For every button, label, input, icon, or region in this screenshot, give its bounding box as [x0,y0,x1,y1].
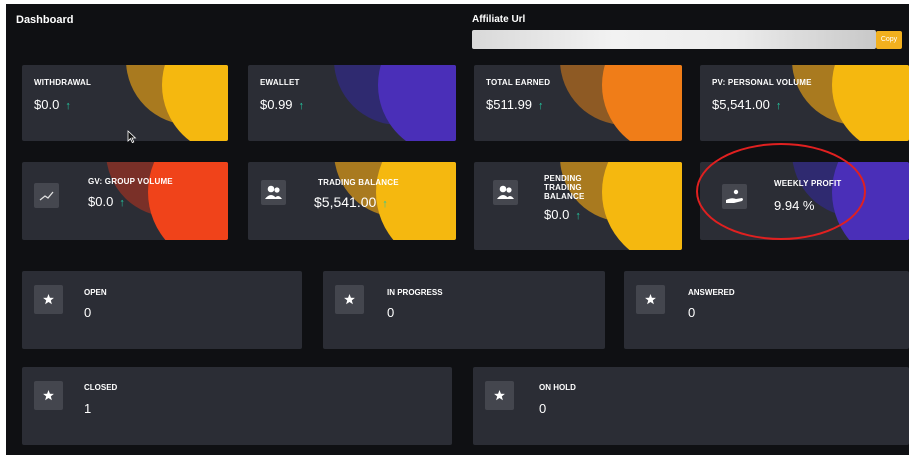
ticket-label: CLOSED [84,383,118,392]
stat-card-ewallet[interactable]: EWALLET $0.99 ↑ [248,65,456,141]
stat-value: $0.0 ↑ [544,207,581,222]
stat-label: TRADING BALANCE [318,178,399,187]
arrow-up-icon: ↑ [382,198,388,210]
ticket-card-answered[interactable]: ANSWERED 0 [624,271,909,349]
stat-card-total-earned[interactable]: TOTAL EARNED $511.99 ↑ [474,65,682,141]
stat-value: $511.99 ↑ [486,97,544,112]
highlight-ellipse [696,143,866,240]
ticket-label: OPEN [84,288,107,297]
arrow-up-icon: ↑ [538,100,544,112]
card-decoration [378,65,456,141]
star-icon [485,381,514,410]
stat-label: TOTAL EARNED [486,78,551,87]
ticket-label: ANSWERED [688,288,735,297]
stat-label: PV: PERSONAL VOLUME [712,78,812,87]
stat-value: $0.0 ↑ [34,97,71,112]
card-decoration [602,65,682,141]
ticket-card-open[interactable]: OPEN 0 [22,271,302,349]
card-decoration [832,65,909,141]
stat-label: WITHDRAWAL [34,78,92,87]
stat-amount: $511.99 [486,97,533,112]
affiliate-url-field[interactable] [472,30,876,49]
arrow-up-icon: ↑ [775,100,782,112]
star-icon [636,285,665,314]
stat-card-group-volume[interactable]: GV: GROUP VOLUME $0.0 ↑ [22,162,228,240]
stat-value: $0.99 ↑ [260,97,304,112]
stat-value: $5,541.00 ↑ [712,97,781,112]
users-icon [493,180,518,205]
stat-amount: $0.0 [88,194,114,209]
stat-amount: $0.0 [544,207,570,222]
arrow-up-icon: ↑ [65,100,71,112]
stat-label: GV: GROUP VOLUME [88,177,173,186]
ticket-count: 0 [387,305,395,320]
stat-card-pending-trading-balance[interactable]: PENDING TRADING BALANCE $0.0 ↑ [474,162,682,250]
stat-label: EWALLET [260,78,300,87]
dashboard-screen: Dashboard Affiliate Url Copy WITHDRAWAL … [6,4,909,455]
card-decoration [148,162,228,240]
copy-button[interactable]: Copy [876,31,902,49]
star-icon [335,285,364,314]
mouse-cursor-icon [127,130,137,144]
stat-label: PENDING TRADING BALANCE [544,174,585,201]
ticket-count: 0 [539,401,547,416]
ticket-count: 0 [84,305,92,320]
ticket-label: IN PROGRESS [387,288,443,297]
arrow-up-icon: ↑ [298,100,305,112]
ticket-count: 0 [688,305,696,320]
ticket-count: 1 [84,401,92,416]
ticket-card-in-progress[interactable]: IN PROGRESS 0 [323,271,605,349]
chart-line-icon [34,183,59,208]
ticket-label: ON HOLD [539,383,576,392]
stat-amount: $0.99 [260,97,293,112]
users-icon [261,180,286,205]
star-icon [34,381,63,410]
arrow-up-icon: ↑ [575,210,581,222]
ticket-card-closed[interactable]: CLOSED 1 [22,367,452,445]
stat-amount: $5,541.00 [712,97,770,112]
arrow-up-icon: ↑ [119,197,125,209]
stat-card-personal-volume[interactable]: PV: PERSONAL VOLUME $5,541.00 ↑ [700,65,909,141]
breadcrumb [16,37,126,46]
star-icon [34,285,63,314]
stat-value: $5,541.00 ↑ [314,194,388,210]
stat-amount: $5,541.00 [314,194,377,210]
stat-value: $0.0 ↑ [88,194,125,209]
ticket-card-on-hold[interactable]: ON HOLD 0 [473,367,909,445]
page-title: Dashboard [16,14,74,26]
card-decoration [376,162,456,240]
stat-card-withdrawal[interactable]: WITHDRAWAL $0.0 ↑ [22,65,228,141]
stat-card-trading-balance[interactable]: TRADING BALANCE $5,541.00 ↑ [248,162,456,240]
affiliate-url-label: Affiliate Url [472,14,526,25]
card-decoration [162,65,228,141]
stat-amount: $0.0 [34,97,60,112]
